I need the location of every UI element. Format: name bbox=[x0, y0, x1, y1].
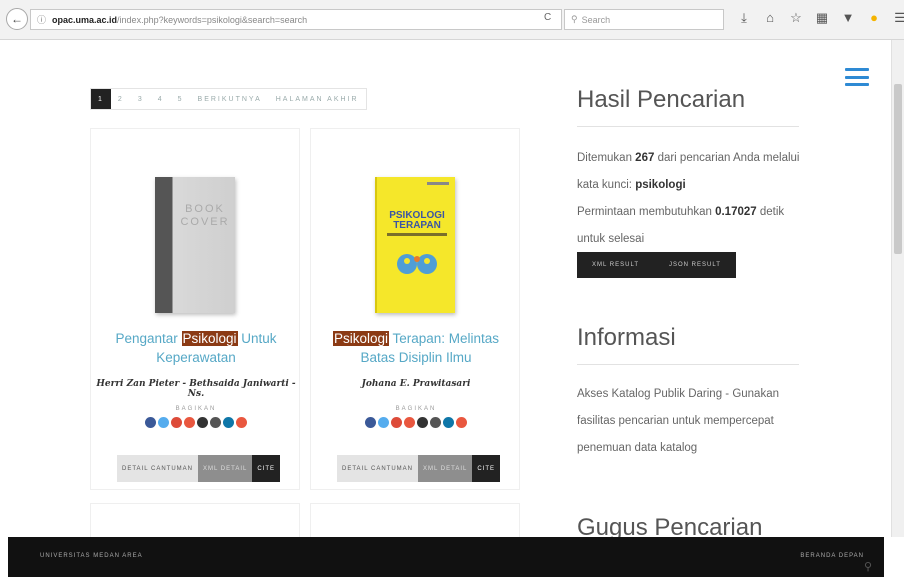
results-count: 267 bbox=[635, 152, 655, 164]
url-path: /index.php?keywords=psikologi&search=sea… bbox=[117, 14, 308, 25]
email-icon[interactable] bbox=[456, 417, 467, 428]
book-cover-placeholder-text: BOOK COVER bbox=[180, 203, 230, 228]
page-scrollbar[interactable] bbox=[891, 40, 904, 537]
back-button[interactable]: ← bbox=[6, 8, 28, 30]
page-link-next[interactable]: BERIKUTNYA bbox=[191, 89, 269, 109]
reddit-icon[interactable] bbox=[184, 417, 195, 428]
shield-icon[interactable]: ● bbox=[866, 10, 882, 26]
page-link-3[interactable]: 3 bbox=[131, 89, 151, 109]
page-link-4[interactable]: 4 bbox=[151, 89, 171, 109]
footer-home-link[interactable]: BERANDA DEPAN bbox=[800, 553, 864, 559]
linkedin-icon[interactable] bbox=[443, 417, 454, 428]
book-cover-title: PSIKOLOGI TERAPAN bbox=[389, 210, 445, 231]
cite-button[interactable]: CITE bbox=[472, 455, 501, 482]
book-cover-image[interactable]: BOOK COVER bbox=[155, 177, 235, 313]
info-text: Akses Katalog Publik Daring - Gunakan fa… bbox=[577, 388, 779, 454]
info-heading: Informasi bbox=[577, 324, 676, 351]
title-highlight: Psikologi bbox=[332, 331, 389, 346]
heads-illustration-icon bbox=[397, 254, 437, 274]
page-link-last[interactable]: HALAMAN AKHIR bbox=[269, 89, 366, 109]
facebook-icon[interactable] bbox=[145, 417, 156, 428]
detail-button[interactable]: DETAIL CANTUMAN bbox=[117, 455, 199, 482]
book-cover-image[interactable]: PSIKOLOGI TERAPAN bbox=[375, 177, 455, 313]
home-icon[interactable]: ⌂ bbox=[762, 10, 778, 26]
book-title-link[interactable]: Pengantar Psikologi Untuk Keperawatan bbox=[99, 329, 293, 367]
results-text: Ditemukan bbox=[577, 152, 632, 164]
footer-search-icon[interactable]: ⚲ bbox=[864, 560, 872, 573]
book-cover-subtitle bbox=[387, 233, 447, 236]
linkedin-icon[interactable] bbox=[223, 417, 234, 428]
page-link-1[interactable]: 1 bbox=[91, 89, 111, 109]
pagination: 1 2 3 4 5 BERIKUTNYA HALAMAN AKHIR bbox=[90, 88, 367, 110]
card-actions: DETAIL CANTUMAN XML DETAIL CITE bbox=[337, 455, 501, 482]
footer-bar: UNIVERSITAS MEDAN AREA BERANDA DEPAN bbox=[8, 537, 884, 577]
json-result-button[interactable]: JSON RESULT bbox=[654, 252, 736, 278]
share-icons bbox=[91, 417, 301, 428]
book-card: PSIKOLOGI TERAPAN Psikologi Terapan: Mel… bbox=[310, 128, 520, 490]
url-domain: opac.uma.ac.id bbox=[52, 14, 118, 25]
search-icon: ⚲ bbox=[571, 14, 578, 24]
bookmark-star-icon[interactable]: ☆ bbox=[788, 10, 804, 26]
card-actions: DETAIL CANTUMAN XML DETAIL CITE bbox=[117, 455, 281, 482]
result-export-buttons: XML RESULT JSON RESULT bbox=[577, 252, 736, 278]
detail-button[interactable]: DETAIL CANTUMAN bbox=[337, 455, 419, 482]
twitter-icon[interactable] bbox=[378, 417, 389, 428]
reading-list-icon[interactable]: ▦ bbox=[814, 10, 830, 26]
search-placeholder: Search bbox=[581, 14, 611, 25]
divider bbox=[577, 364, 799, 365]
footer-site-name[interactable]: UNIVERSITAS MEDAN AREA bbox=[40, 553, 143, 559]
title-highlight: Psikologi bbox=[181, 331, 238, 346]
download-icon[interactable]: ⤓ bbox=[736, 10, 752, 26]
share-label: BAGIKAN bbox=[395, 406, 437, 412]
page-link-5[interactable]: 5 bbox=[171, 89, 191, 109]
book-author: Herri Zan Pieter - Bethsaida Janiwarti -… bbox=[96, 379, 296, 399]
divider bbox=[577, 126, 799, 127]
google-plus-icon[interactable] bbox=[171, 417, 182, 428]
stumbleupon-icon[interactable] bbox=[210, 417, 221, 428]
toolbar-icons: ⤓ ⌂ ☆ ▦ ▼ ● ☰ bbox=[736, 10, 904, 26]
results-heading: Hasil Pencarian bbox=[577, 86, 746, 113]
publisher-logo bbox=[427, 182, 449, 185]
xml-detail-button[interactable]: XML DETAIL bbox=[198, 455, 253, 482]
hamburger-menu-icon[interactable] bbox=[845, 68, 869, 86]
twitter-icon[interactable] bbox=[158, 417, 169, 428]
email-icon[interactable] bbox=[236, 417, 247, 428]
back-arrow-icon: ← bbox=[11, 12, 23, 26]
menu-icon[interactable]: ☰ bbox=[892, 10, 904, 26]
xml-result-button[interactable]: XML RESULT bbox=[577, 252, 654, 278]
xml-detail-button[interactable]: XML DETAIL bbox=[418, 455, 473, 482]
results-time: 0.17027 bbox=[715, 206, 757, 218]
share-label: BAGIKAN bbox=[175, 406, 217, 412]
stumbleupon-icon[interactable] bbox=[430, 417, 441, 428]
reddit-icon[interactable] bbox=[404, 417, 415, 428]
facebook-icon[interactable] bbox=[365, 417, 376, 428]
google-plus-icon[interactable] bbox=[391, 417, 402, 428]
book-card: BOOK COVER Pengantar Psikologi Untuk Kep… bbox=[90, 128, 300, 490]
address-bar[interactable]: ⓘ opac.uma.ac.id /index.php?keywords=psi… bbox=[30, 9, 562, 30]
browser-toolbar: ← ⓘ opac.uma.ac.id /index.php?keywords=p… bbox=[0, 0, 904, 40]
page-link-2[interactable]: 2 bbox=[111, 89, 131, 109]
cite-button[interactable]: CITE bbox=[252, 455, 281, 482]
pocket-icon[interactable]: ▼ bbox=[840, 10, 856, 26]
digg-icon[interactable] bbox=[197, 417, 208, 428]
results-summary: Ditemukan 267 dari pencarian Anda melalu… bbox=[577, 145, 807, 253]
title-text: Pengantar bbox=[115, 331, 182, 346]
browser-search-input[interactable]: ⚲ Search bbox=[564, 9, 724, 30]
reload-icon[interactable]: C bbox=[544, 12, 551, 23]
digg-icon[interactable] bbox=[417, 417, 428, 428]
scroll-thumb[interactable] bbox=[894, 84, 902, 254]
share-icons bbox=[311, 417, 521, 428]
book-author: Johana E. Prawitasari bbox=[361, 379, 471, 389]
results-keyword: psikologi bbox=[635, 179, 686, 191]
info-icon: ⓘ bbox=[37, 15, 47, 25]
results-text: Permintaan membutuhkan bbox=[577, 206, 712, 218]
book-title-link[interactable]: Psikologi Terapan: Melintas Batas Disipl… bbox=[319, 329, 513, 367]
